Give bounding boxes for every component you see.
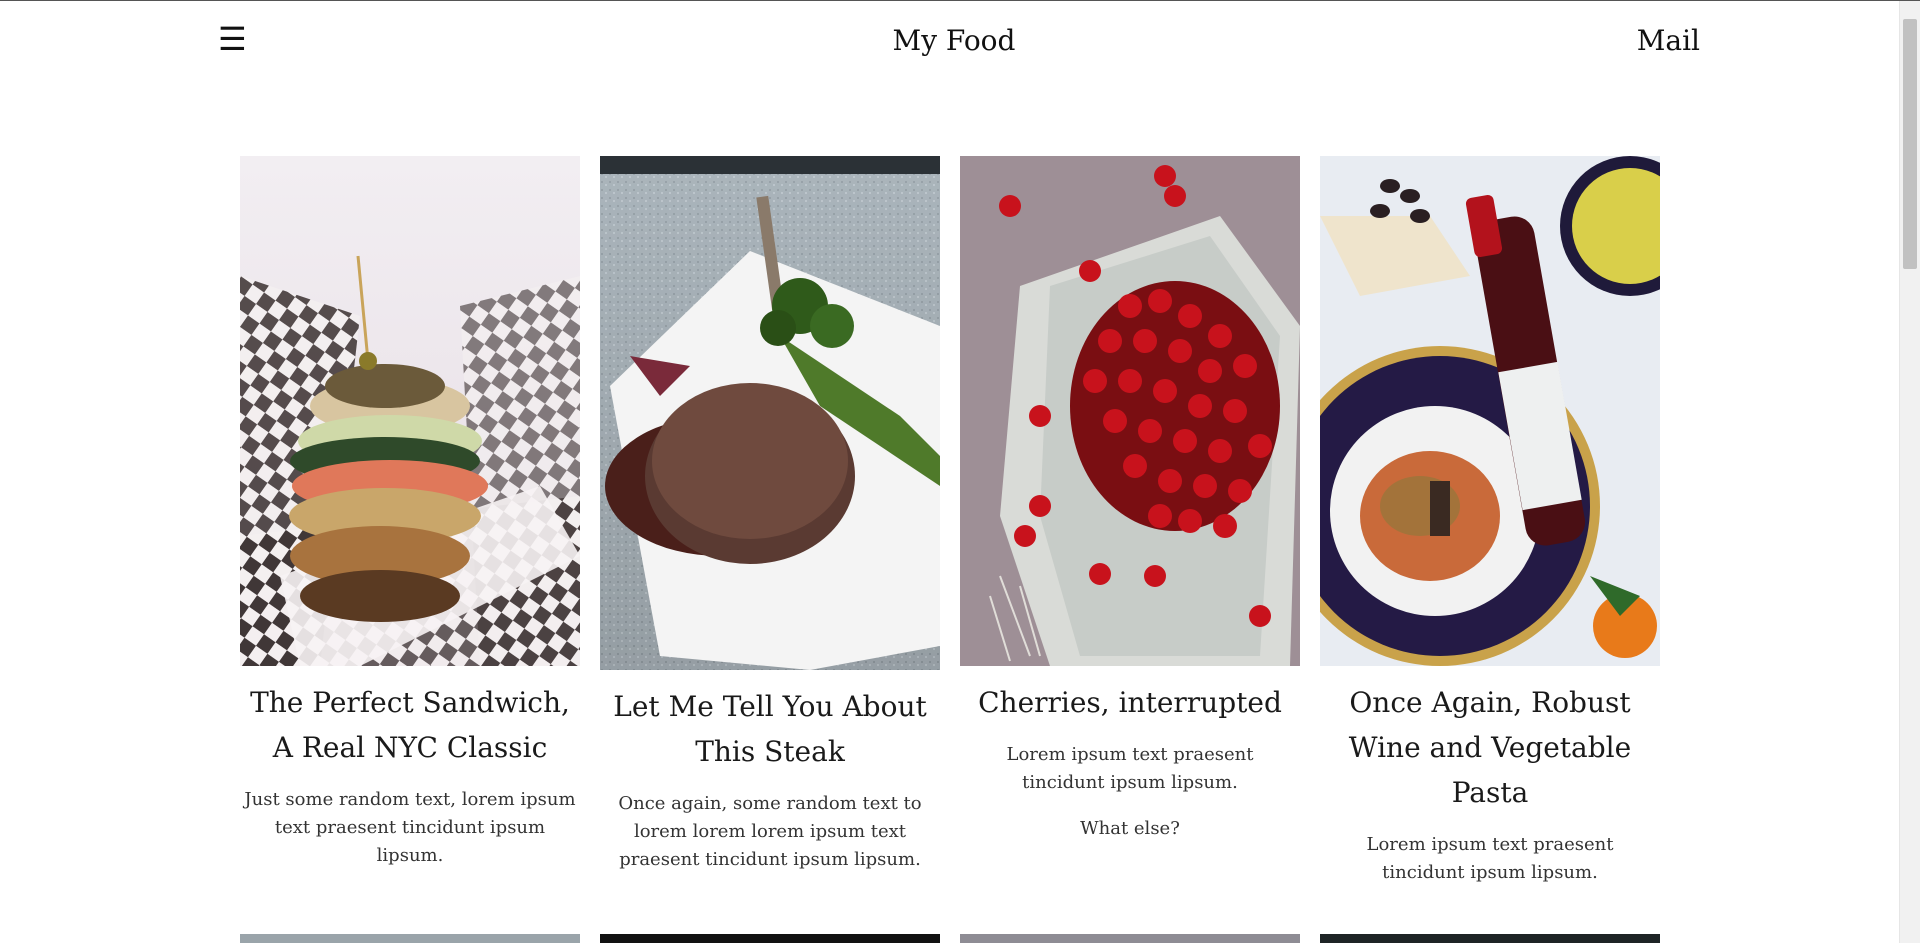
next-card-photo[interactable] — [1320, 934, 1660, 943]
wine-pasta-illustration — [1320, 156, 1660, 666]
steak-illustration — [600, 156, 940, 670]
card-cherries[interactable]: Cherries, interrupted Lorem ipsum text p… — [960, 156, 1300, 887]
vertical-scrollbar[interactable] — [1899, 1, 1920, 943]
card-title[interactable]: The Perfect Sandwich, A Real NYC Classic — [240, 680, 580, 770]
sandwich-illustration — [240, 156, 580, 666]
next-row-preview — [240, 934, 1660, 943]
page: ☰ My Food Mail The Perfect Sandwich, A R… — [0, 0, 1920, 943]
card-title[interactable]: Cherries, interrupted — [960, 680, 1300, 725]
mail-link[interactable]: Mail — [1637, 23, 1700, 59]
card-text: Lorem ipsum text praesent tincidunt ipsu… — [1006, 744, 1254, 793]
card-steak[interactable]: Let Me Tell You About This Steak Once ag… — [600, 156, 940, 887]
cherries-illustration — [960, 156, 1300, 666]
card-title[interactable]: Let Me Tell You About This Steak — [600, 684, 940, 774]
next-card-photo[interactable] — [960, 934, 1300, 943]
card-text-extra: What else? — [1080, 818, 1180, 839]
card-sandwich[interactable]: The Perfect Sandwich, A Real NYC Classic… — [240, 156, 580, 887]
food-grid: The Perfect Sandwich, A Real NYC Classic… — [240, 156, 1660, 887]
next-card-photo[interactable] — [240, 934, 580, 943]
card-text: Just some random text, lorem ipsum text … — [244, 789, 576, 866]
card-text: Lorem ipsum text praesent tincidunt ipsu… — [1366, 834, 1614, 883]
scrollbar-thumb[interactable] — [1903, 19, 1917, 269]
sandwich-photo[interactable] — [240, 156, 580, 666]
cherries-photo[interactable] — [960, 156, 1300, 666]
card-text: Once again, some random text to lorem lo… — [618, 793, 922, 870]
steak-photo[interactable] — [600, 156, 940, 670]
wine-pasta-photo[interactable] — [1320, 156, 1660, 666]
next-card-photo[interactable] — [600, 934, 940, 943]
site-title[interactable]: My Food — [0, 23, 1900, 59]
card-wine-pasta[interactable]: Once Again, Robust Wine and Vegetable Pa… — [1320, 156, 1660, 887]
top-bar: ☰ My Food Mail — [0, 1, 1900, 81]
card-title[interactable]: Once Again, Robust Wine and Vegetable Pa… — [1320, 680, 1660, 815]
